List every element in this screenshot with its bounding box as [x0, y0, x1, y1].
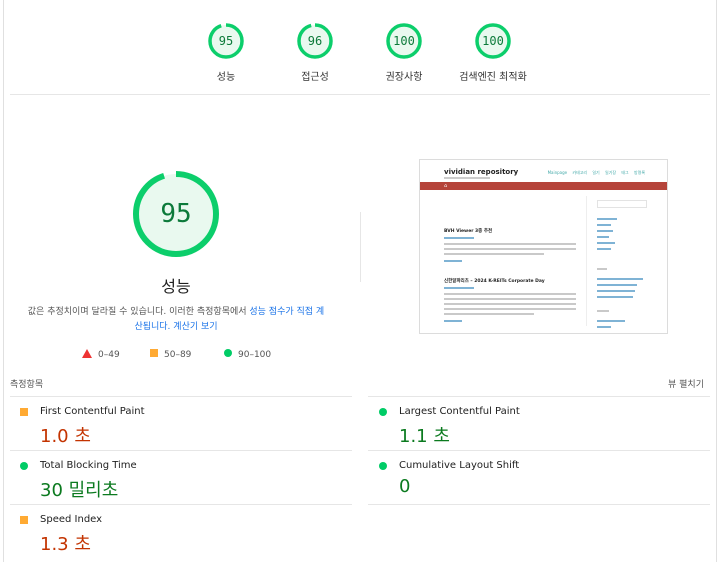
average-square-icon	[20, 408, 28, 416]
gauge-score: 100	[393, 34, 415, 48]
divider	[368, 396, 710, 397]
gauge-seo[interactable]: 100 검색엔진 최적화	[448, 22, 538, 83]
text-line	[444, 243, 576, 245]
sidebar-line	[597, 248, 611, 250]
performance-note: 값은 추정치이며 달라질 수 있습니다. 이러한 측정항목에서 성능 점수가 직…	[26, 305, 326, 335]
text-line	[444, 303, 576, 305]
gauge-label: 검색엔진 최적화	[459, 72, 527, 83]
gauge-label: 접근성	[301, 72, 329, 83]
metric-name: Speed Index	[40, 514, 103, 525]
average-square-icon	[20, 516, 28, 524]
metric-value: 30 밀리초	[40, 480, 119, 501]
note-text: 값은 추정치이며 달라질 수 있습니다. 이러한 측정항목에서	[27, 307, 250, 317]
legend-fail: 0–49	[82, 349, 120, 360]
site-menu: Mainpage 카테고리 일기 일기장 태그 방명록	[547, 170, 645, 175]
metric-value: 1.0 초	[40, 426, 91, 447]
gauge-ring: 95	[207, 22, 245, 60]
text-line	[444, 237, 474, 239]
text-line	[444, 298, 576, 300]
sidebar-line	[597, 278, 643, 280]
gauge-best-practices[interactable]: 100 권장사항	[359, 22, 449, 83]
metric-value: 0	[399, 476, 411, 497]
sidebar-line	[597, 268, 607, 270]
pass-circle-icon	[379, 462, 387, 470]
metric-name: Total Blocking Time	[40, 460, 137, 471]
gauge-score: 96	[307, 34, 323, 48]
legend-pass: 90–100	[224, 349, 271, 360]
text-line	[444, 260, 462, 262]
metric-name: Cumulative Layout Shift	[399, 460, 520, 471]
gauge-ring: 100	[385, 22, 423, 60]
text-line	[444, 313, 534, 315]
post-title: BVH Viewer 3종 추천	[444, 229, 493, 234]
triangle-icon	[82, 349, 92, 358]
sidebar-line	[597, 326, 611, 328]
sidebar-line	[597, 218, 617, 220]
sidebar-line	[597, 236, 609, 238]
performance-gauge: 95	[130, 168, 222, 260]
pass-circle-icon	[20, 462, 28, 470]
gauge-accessibility[interactable]: 96 접근성	[270, 22, 360, 83]
gauge-label: 권장사항	[385, 72, 423, 83]
divider	[10, 396, 352, 397]
text-line	[444, 320, 462, 322]
sidebar-line	[597, 290, 635, 292]
sidebar-line	[597, 284, 637, 286]
site-search-box	[597, 200, 647, 208]
circle-icon	[224, 349, 232, 357]
divider	[368, 450, 710, 451]
text-line	[444, 253, 544, 255]
text-line	[444, 293, 576, 295]
text-line	[444, 287, 474, 289]
square-icon	[150, 349, 158, 357]
metric-value: 1.3 초	[40, 534, 91, 555]
sidebar-line	[597, 320, 625, 322]
site-sidebar-divider	[586, 196, 587, 326]
divider	[368, 504, 710, 505]
gauge-score: 100	[482, 34, 504, 48]
sidebar-line	[597, 230, 613, 232]
calculator-link[interactable]: 계산기 보기	[173, 322, 217, 332]
gauge-ring: 96	[296, 22, 334, 60]
metrics-section-label: 측정항목	[10, 380, 44, 390]
gauge-label: 성능	[216, 72, 236, 83]
site-title: vividian repository	[444, 168, 519, 176]
performance-title: 성능	[161, 277, 191, 296]
pass-circle-icon	[379, 408, 387, 416]
expand-view-button[interactable]: 뷰 펼치기	[668, 377, 704, 390]
vertical-divider	[360, 212, 361, 282]
sidebar-line	[597, 224, 611, 226]
metric-name: First Contentful Paint	[40, 406, 145, 417]
site-header-bar: ⌂	[420, 182, 667, 190]
text-line	[444, 308, 576, 310]
site-tagline	[444, 177, 490, 179]
gauge-performance[interactable]: 95 성능	[181, 22, 271, 83]
divider	[10, 504, 352, 505]
summary-gauges: 95 성능 96 접근성 100 권장사항 100 검색엔진 최적화	[0, 22, 720, 86]
sidebar-line	[597, 310, 609, 312]
text-line	[444, 248, 576, 250]
home-icon: ⌂	[444, 183, 448, 189]
sidebar-line	[597, 296, 633, 298]
gauge-ring: 100	[474, 22, 512, 60]
divider	[10, 94, 710, 95]
metric-value: 1.1 초	[399, 426, 450, 447]
gauge-score: 95	[218, 34, 234, 48]
post-title: 신한알파리츠 – 2024 K-REITs Corporate Day	[444, 279, 545, 284]
divider	[10, 450, 352, 451]
metric-name: Largest Contentful Paint	[399, 406, 520, 417]
final-screenshot[interactable]: vividian repository Mainpage 카테고리 일기 일기장…	[419, 159, 668, 334]
sidebar-line	[597, 242, 615, 244]
legend-average: 50–89	[150, 349, 191, 360]
performance-score: 95	[160, 199, 192, 229]
